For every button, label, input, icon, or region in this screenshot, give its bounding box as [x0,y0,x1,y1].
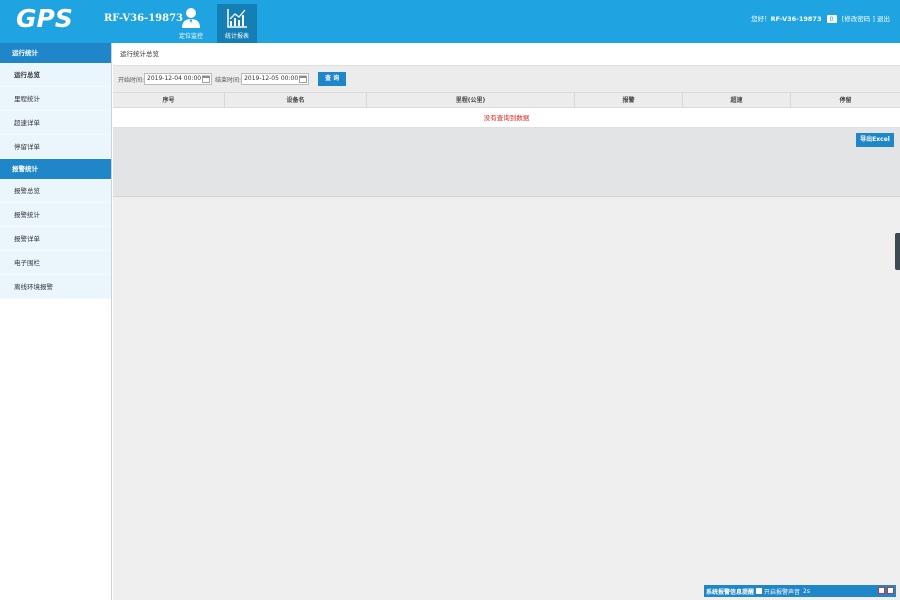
close-icon[interactable] [887,587,894,594]
alarm-bar-tools [878,587,894,594]
sidebar-item-geofence[interactable]: 电子围栏 [0,251,111,275]
breadcrumb: 运行统计总览 [113,43,900,66]
alarm-bar-title: 系统报警信息提醒 [706,588,755,596]
export-panel: 导出Excel [113,128,900,197]
calendar-icon[interactable] [202,75,210,83]
alarm-sound-label: 开启报警声音 [764,588,801,596]
sidebar-item-stop-detail[interactable]: 停留详单 [0,135,111,159]
sidebar-group-run-stats[interactable]: 运行统计 [0,43,111,63]
user-name: RF-V36-19873 [770,15,822,23]
sidebar-item-alarm-overview[interactable]: 报警总览 [0,179,111,203]
sidebar-item-offline-alarm[interactable]: 离线环境报警 [0,275,111,299]
greeting: 您好！ [751,15,771,23]
sidebar-item-mileage-stats[interactable]: 里程统计 [0,87,111,111]
nav-label: 统计报表 [224,33,249,40]
message-count-badge[interactable]: 0 [826,15,837,23]
app-logo: GPS [16,4,73,33]
column-header-stop[interactable]: 停留 [791,93,900,107]
alarm-interval: 2s [803,587,810,595]
filter-bar: 开始时间: 2019-12-04 00:00 结束时间: 2019-12-05 … [113,66,900,92]
start-time-label: 开始时间: [118,76,145,84]
minimize-icon[interactable] [878,587,885,594]
column-header-index[interactable]: 序号 [113,93,225,107]
start-time-value: 2019-12-04 00:00 [147,75,202,82]
panel-toggle-handle[interactable] [895,233,900,270]
column-header-mileage[interactable]: 里程(公里) [367,93,575,107]
end-time-value: 2019-12-05 00:00 [244,75,299,82]
line-chart-icon [227,9,247,28]
sidebar-item-alarm-detail[interactable]: 报警详单 [0,227,111,251]
nav-label: 定位监控 [178,33,203,40]
end-time-label: 结束时间: [215,76,242,84]
sidebar-item-run-overview[interactable]: 运行总览 [0,63,111,87]
main-content: 运行统计总览 开始时间: 2019-12-04 00:00 结束时间: 2019… [113,43,900,600]
calendar-icon[interactable] [299,75,307,83]
column-header-alarm[interactable]: 报警 [575,93,683,107]
end-time-input[interactable]: 2019-12-05 00:00 [241,73,310,85]
sidebar-group-alarm-stats[interactable]: 报警统计 [0,159,111,179]
column-header-overspeed[interactable]: 超速 [683,93,791,107]
alarm-notification-bar: 系统报警信息提醒 开启报警声音 2s [704,585,896,597]
change-password-link[interactable]: [修改密码 [842,15,871,23]
sidebar: 运行统计 运行总览 里程统计 超速详单 停留详单 报警统计 报警总览 报警统计 … [0,43,112,600]
table-header: 序号 设备名 里程(公里) 报警 超速 停留 [113,92,900,108]
sidebar-item-overspeed-detail[interactable]: 超速详单 [0,111,111,135]
nav-statistics-report[interactable]: 统计报表 [217,4,257,43]
person-icon [182,8,200,28]
sidebar-item-alarm-stats[interactable]: 报警统计 [0,203,111,227]
column-header-device[interactable]: 设备名 [225,93,367,107]
start-time-input[interactable]: 2019-12-04 00:00 [144,73,213,85]
nav-location-monitor[interactable]: 定位监控 [171,4,211,43]
logout-link[interactable]: ] 退出 [872,15,890,23]
top-header: GPS RF-V36-19873 定位监控 统计报表 您好！RF-V36-198… [0,0,900,43]
alarm-sound-checkbox[interactable] [756,588,763,594]
empty-table-message: 没有查询到数据 [113,108,900,128]
user-info: 您好！RF-V36-19873 0 [修改密码 ] 退出 [751,13,890,23]
query-button[interactable]: 查 询 [318,72,347,86]
export-excel-button[interactable]: 导出Excel [856,133,894,147]
